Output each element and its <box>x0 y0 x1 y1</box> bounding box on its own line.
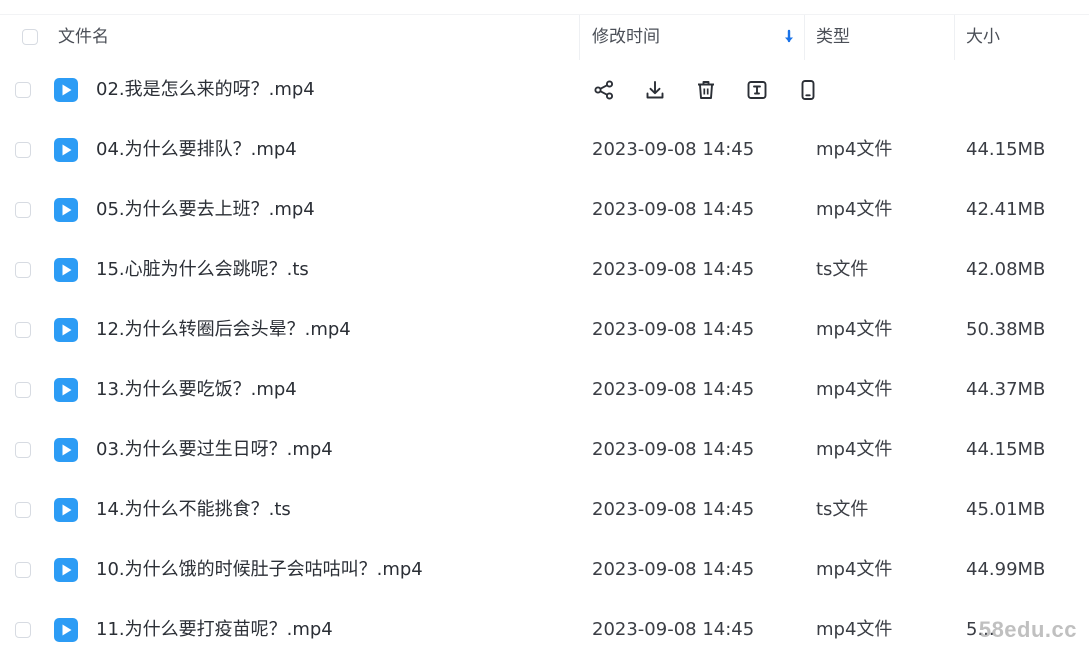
file-name[interactable]: 02.我是怎么来的呀？.mp4 <box>96 78 315 102</box>
modified-time: 2023-09-08 14:45 <box>592 559 755 580</box>
row-checkbox[interactable] <box>15 142 31 158</box>
row-checkbox[interactable] <box>15 382 31 398</box>
sort-down-arrow-icon[interactable] <box>783 29 795 45</box>
file-size: 44.99MB <box>966 559 1046 580</box>
column-header-type[interactable]: 类型 <box>816 26 850 48</box>
file-row[interactable]: 03.为什么要过生日呀？.mp4 2023-09-08 14:45 mp4文件 44… <box>0 420 1089 480</box>
file-name[interactable]: 15.心脏为什么会跳呢？.ts <box>96 258 309 282</box>
modified-time: 2023-09-08 14:45 <box>592 139 755 160</box>
file-size: 42.08MB <box>966 259 1046 280</box>
video-file-icon <box>54 318 78 342</box>
file-row[interactable]: 05.为什么要去上班？.mp4 2023-09-08 14:45 mp4文件 42.… <box>0 180 1089 240</box>
row-checkbox[interactable] <box>15 202 31 218</box>
modified-time: 2023-09-08 14:45 <box>592 319 755 340</box>
rename-icon[interactable] <box>743 76 771 104</box>
file-list-page: 文件名 修改时间 类型 大小 02.我是怎么来的呀？.mp4 04.为什么要排队… <box>0 0 1089 653</box>
column-header-name[interactable]: 文件名 <box>58 26 109 48</box>
file-row[interactable]: 14.为什么不能挑食？.ts 2023-09-08 14:45 ts文件 45.01… <box>0 480 1089 540</box>
file-type: mp4文件 <box>816 379 893 400</box>
modified-time: 2023-09-08 14:45 <box>592 499 755 520</box>
modified-time: 2023-09-08 14:45 <box>592 379 755 400</box>
file-row[interactable]: 11.为什么要打疫苗呢？.mp4 2023-09-08 14:45 mp4文件 5.… <box>0 600 1089 660</box>
file-size: 45.01MB <box>966 499 1046 520</box>
file-size: 44.15MB <box>966 139 1046 160</box>
file-name[interactable]: 03.为什么要过生日呀？.mp4 <box>96 438 333 462</box>
file-name[interactable]: 04.为什么要排队？.mp4 <box>96 138 297 162</box>
file-name[interactable]: 05.为什么要去上班？.mp4 <box>96 198 315 222</box>
file-name[interactable]: 10.为什么饿的时候肚子会咕咕叫？.mp4 <box>96 558 423 582</box>
file-type: mp4文件 <box>816 139 893 160</box>
file-row[interactable]: 02.我是怎么来的呀？.mp4 <box>0 60 1089 120</box>
file-size: 42.41MB <box>966 199 1046 220</box>
modified-time: 2023-09-08 14:45 <box>592 259 755 280</box>
file-size: 50.38MB <box>966 319 1046 340</box>
file-type: mp4文件 <box>816 199 893 220</box>
file-type: ts文件 <box>816 259 869 280</box>
video-file-icon <box>54 198 78 222</box>
video-file-icon <box>54 378 78 402</box>
row-checkbox[interactable] <box>15 262 31 278</box>
row-checkbox[interactable] <box>15 562 31 578</box>
column-header-size[interactable]: 大小 <box>966 26 1000 48</box>
watermark-text: 58edu.cc <box>978 617 1077 642</box>
file-row[interactable]: 13.为什么要吃饭？.mp4 2023-09-08 14:45 mp4文件 44.3… <box>0 360 1089 420</box>
row-checkbox[interactable] <box>15 82 31 98</box>
file-type: mp4文件 <box>816 439 893 460</box>
delete-icon[interactable] <box>692 76 720 104</box>
video-file-icon <box>54 498 78 522</box>
file-list-header: 文件名 修改时间 类型 大小 <box>0 15 1089 60</box>
modified-time: 2023-09-08 14:45 <box>592 199 755 220</box>
download-icon[interactable] <box>641 76 669 104</box>
file-type: mp4文件 <box>816 319 893 340</box>
column-header-time[interactable]: 修改时间 <box>592 26 660 48</box>
file-name[interactable]: 11.为什么要打疫苗呢？.mp4 <box>96 618 333 642</box>
video-file-icon <box>54 78 78 102</box>
column-divider[interactable] <box>579 15 580 60</box>
column-divider[interactable] <box>804 15 805 60</box>
column-divider[interactable] <box>954 15 955 60</box>
file-name[interactable]: 12.为什么转圈后会头晕？.mp4 <box>96 318 351 342</box>
share-icon[interactable] <box>590 76 618 104</box>
file-row[interactable]: 12.为什么转圈后会头晕？.mp4 2023-09-08 14:45 mp4文件 5… <box>0 300 1089 360</box>
file-type: mp4文件 <box>816 559 893 580</box>
modified-time: 2023-09-08 14:45 <box>592 439 755 460</box>
row-checkbox[interactable] <box>15 442 31 458</box>
file-size: 44.37MB <box>966 379 1046 400</box>
file-size: 44.15MB <box>966 439 1046 460</box>
file-row[interactable]: 04.为什么要排队？.mp4 2023-09-08 14:45 mp4文件 44.1… <box>0 120 1089 180</box>
row-checkbox[interactable] <box>15 502 31 518</box>
select-all-checkbox[interactable] <box>22 29 38 45</box>
file-row[interactable]: 10.为什么饿的时候肚子会咕咕叫？.mp4 2023-09-08 14:45 mp… <box>0 540 1089 600</box>
file-row[interactable]: 15.心脏为什么会跳呢？.ts 2023-09-08 14:45 ts文件 42.0… <box>0 240 1089 300</box>
file-type: mp4文件 <box>816 619 893 640</box>
video-file-icon <box>54 258 78 282</box>
video-file-icon <box>54 558 78 582</box>
video-file-icon <box>54 438 78 462</box>
file-type: ts文件 <box>816 499 869 520</box>
mobile-icon[interactable] <box>794 76 822 104</box>
file-name[interactable]: 14.为什么不能挑食？.ts <box>96 498 291 522</box>
video-file-icon <box>54 618 78 642</box>
modified-time: 2023-09-08 14:45 <box>592 619 755 640</box>
file-name[interactable]: 13.为什么要吃饭？.mp4 <box>96 378 297 402</box>
row-checkbox[interactable] <box>15 322 31 338</box>
row-checkbox[interactable] <box>15 622 31 638</box>
video-file-icon <box>54 138 78 162</box>
